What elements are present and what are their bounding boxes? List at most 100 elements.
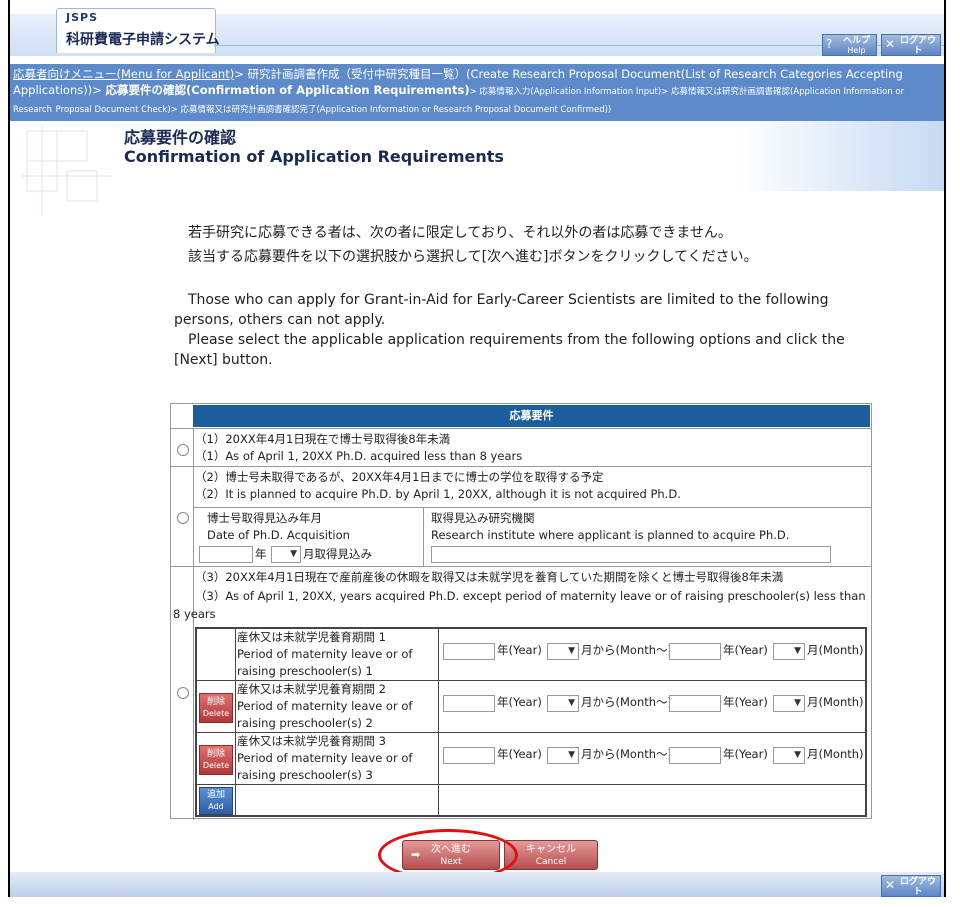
cancel-label-en: Cancel [535,857,567,867]
chevron-down-icon: ▼ [568,698,575,708]
option-2-text-jp: （2）博士号未取得であるが、20XX年4月1日までに博士の学位を取得する予定 [195,470,604,484]
option-3-text-jp: （3）20XX年4月1日現在で産前産後の休暇を取得又は未就学児を養育していた期間… [195,570,784,584]
period-add-row: 追加 Add [197,785,865,815]
intro-en-para-2: Please select the applicable application… [174,332,845,368]
page-frame: JSPS 科研費電子申請システム ? ヘルプ Help ✕ ログアウト Log … [8,0,946,906]
chevron-down-icon: ▼ [568,646,575,656]
phd-month-unit: 月取得見込み [303,547,372,561]
period-1-start-year-input[interactable] [443,643,495,660]
period-row-3: 削除 Delete 産休又は未就学児養育期間 3 Period of mater… [197,733,865,785]
period-3-label: 産休又は未就学児養育期間 3 Period of maternity leave… [235,733,439,784]
app-title: 科研費電子申請システム [66,32,220,48]
period-3-start-year-input[interactable] [443,747,495,764]
period-2-label-en: Period of maternity leave or of raising … [237,699,413,730]
period-row-2: 削除 Delete 産休又は未就学児養育期間 2 Period of mater… [197,681,865,733]
period-2-end-month-select[interactable]: ▼ [773,695,805,712]
option-1-text-en: （1）As of April 1, 20XX Ph.D. acquired le… [195,449,523,463]
period-2-start-month-select[interactable]: ▼ [547,695,579,712]
requirements-table: 応募要件 （1）20XX年4月1日現在で博士号取得後8年未満 （1）As of … [170,403,872,820]
period-1-fields: 年(Year) ▼ 月から(Month～) 年(Year) ▼ 月(Month) [439,629,865,680]
intro-text-jp: 若手研究に応募できる者は、次の者に限定しており、それ以外の者は応募できません。 … [188,221,758,269]
intro-jp-line-1: 若手研究に応募できる者は、次の者に限定しており、それ以外の者は応募できません。 [188,225,732,241]
period-2-label-jp: 産休又は未就学児養育期間 2 [237,682,386,696]
delete-label-jp: 削除 [206,697,225,707]
app-header: JSPS 科研費電子申請システム ? ヘルプ Help ✕ ログアウト Log … [10,0,944,65]
period-1-label-jp: 産休又は未就学児養育期間 1 [237,630,386,644]
year-label: 年(Year) [723,643,768,657]
column-divider [193,429,194,466]
from-month-label: 月から(Month～) [581,695,673,709]
year-label: 年(Year) [497,643,542,657]
period-1-end-year-input[interactable] [669,643,721,660]
close-icon: ✕ [885,878,896,892]
year-label: 年(Year) [497,695,542,709]
phd-month-select[interactable]: ▼ [271,546,301,563]
page-title-jp: 応募要件の確認 [124,128,237,147]
option-2-radio[interactable] [177,512,189,524]
column-divider [193,467,194,566]
logo-org: JSPS [66,11,98,24]
period-3-delete-button[interactable]: 削除 Delete [199,745,233,775]
period-3-label-en: Period of maternity leave or of raising … [237,751,413,782]
grid-decoration-icon [22,126,112,216]
breadcrumb-menu-link[interactable]: 応募者向けメニュー(Menu for Applicant) [13,67,234,81]
phd-year-unit: 年 [255,547,267,561]
option-1-radio[interactable] [177,444,189,456]
from-month-label: 月から(Month～) [581,643,673,657]
requirement-option-1: （1）20XX年4月1日現在で博士号取得後8年未満 （1）As of April… [171,428,871,466]
chevron-down-icon: ▼ [568,750,575,760]
period-2-end-year-input[interactable] [669,695,721,712]
cancel-label-jp: キャンセル [526,844,576,855]
intro-en-para-1: Those who can apply for Grant-in-Aid for… [174,292,829,328]
period-1-label-en: Period of maternity leave or of raising … [237,647,413,678]
period-3-start-month-select[interactable]: ▼ [547,747,579,764]
period-3-end-month-select[interactable]: ▼ [773,747,805,764]
month-label: 月(Month) [807,747,864,761]
intro-jp-line-2: 該当する応募要件を以下の選択肢から選択して[次へ進む]ボタンをクリックしてくださ… [188,249,758,265]
phd-date-label-en: Date of Ph.D. Acquisition [207,528,350,542]
logout-button[interactable]: ✕ ログアウト Log out [881,34,941,65]
period-2-fields: 年(Year) ▼ 月から(Month～) 年(Year) ▼ 月(Month) [439,681,865,732]
page-title-en: Confirmation of Application Requirements [124,147,504,166]
month-label: 月(Month) [807,643,864,657]
period-1-end-month-select[interactable]: ▼ [773,643,805,660]
add-label-en: Add [208,802,224,811]
chevron-down-icon: ▼ [794,646,801,656]
year-label: 年(Year) [723,695,768,709]
phd-date-label-jp: 博士号取得見込み年月 [207,511,322,525]
cancel-button[interactable]: キャンセル Cancel [504,840,598,870]
app-footer: ✕ ログアウト Log out [10,872,944,906]
phd-year-input[interactable] [199,546,253,563]
institution-label-en: Research institute where applicant is pl… [431,528,790,542]
intro-text-en: Those who can apply for Grant-in-Aid for… [174,290,874,370]
period-2-label: 産休又は未就学児養育期間 2 Period of maternity leave… [235,681,439,732]
breadcrumb-current: 応募要件の確認(Confirmation of Application Requ… [105,83,470,97]
help-button[interactable]: ? ヘルプ Help [822,34,877,56]
add-period-button[interactable]: 追加 Add [199,787,233,815]
period-1-start-month-select[interactable]: ▼ [547,643,579,660]
period-2-start-year-input[interactable] [443,695,495,712]
period-1-label: 産休又は未就学児養育期間 1 Period of maternity leave… [235,629,439,680]
period-2-delete-button[interactable]: 削除 Delete [199,693,233,723]
logout-label-en: Log out [903,897,933,906]
option-2-text-en: （2）It is planned to acquire Ph.D. by Apr… [195,487,681,501]
delete-label-en: Delete [202,761,230,770]
option-1-text-jp: （1）20XX年4月1日現在で博士号取得後8年未満 [195,432,451,446]
help-icon: ? [826,37,833,51]
breadcrumb-seg-confirmed: Proposal Document Check)> 応募情報又は研究計画調書確認… [55,105,612,115]
close-icon: ✕ [885,37,896,51]
period-3-fields: 年(Year) ▼ 月から(Month～) 年(Year) ▼ 月(Month) [439,733,865,784]
institution-input[interactable] [431,546,831,563]
option-3-radio[interactable] [177,687,189,699]
period-table: 産休又は未就学児養育期間 1 Period of maternity leave… [195,627,867,817]
from-month-label: 月から(Month～) [581,747,673,761]
period-row-1: 産休又は未就学児養育期間 1 Period of maternity leave… [197,629,865,681]
footer-logout-button[interactable]: ✕ ログアウト Log out [881,875,941,906]
add-label-jp: 追加 [206,790,225,800]
period-3-end-year-input[interactable] [669,747,721,764]
institution-label-jp: 取得見込み研究機関 [431,511,535,525]
requirements-header: 応募要件 [193,405,870,427]
period-3-label-jp: 産休又は未就学児養育期間 3 [237,734,386,748]
chevron-down-icon: ▼ [290,549,297,559]
delete-label-en: Delete [202,709,230,718]
